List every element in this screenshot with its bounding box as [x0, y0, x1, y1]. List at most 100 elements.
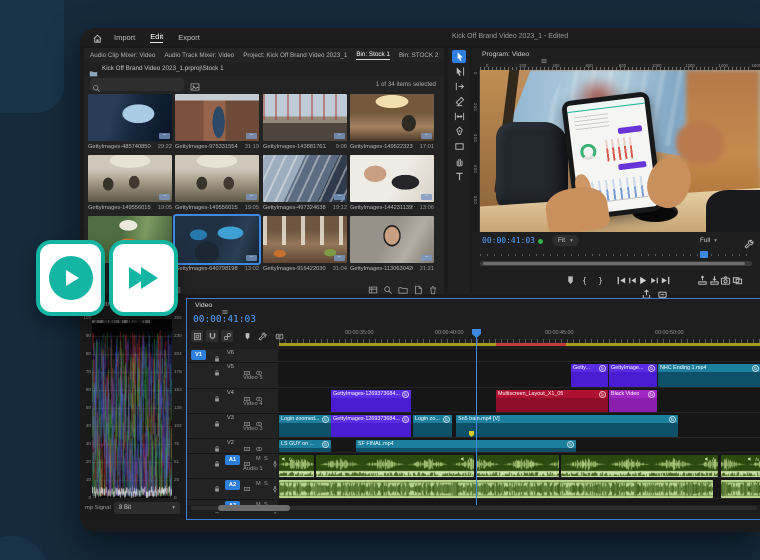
- media-item[interactable]: ···: [350, 216, 434, 263]
- media-item[interactable]: ···: [263, 216, 347, 263]
- media-item[interactable]: ···: [175, 216, 259, 263]
- program-timecode[interactable]: 00:00:41:03: [482, 236, 535, 245]
- timeline-settings-button[interactable]: [256, 330, 268, 342]
- audio-clip[interactable]: fx: [721, 455, 760, 477]
- clip[interactable]: Multiscreen_Layout_X1_05fx: [496, 390, 608, 412]
- clip[interactable]: NHC Ending 1.mp4fx: [658, 364, 760, 387]
- mark-in-button[interactable]: {: [578, 274, 591, 287]
- audio-clip[interactable]: fx: [561, 455, 718, 477]
- mini-playhead[interactable]: [700, 251, 708, 258]
- mic-icon[interactable]: [271, 455, 279, 473]
- nav-import[interactable]: Import: [114, 33, 135, 42]
- timeline-timecode[interactable]: 00:00:41:03: [193, 314, 256, 325]
- lock-icon[interactable]: [213, 455, 221, 473]
- audio-clip[interactable]: fx: [316, 455, 474, 477]
- clip[interactable]: Login zoomed...fx: [279, 415, 331, 437]
- project-tab[interactable]: Bin: Stock 1: [356, 51, 390, 60]
- program-scrollbar[interactable]: [480, 261, 752, 266]
- clip[interactable]: Sn5 train.mp4 [V]fx: [456, 415, 678, 437]
- track-header-V3[interactable]: V3Video 3: [187, 414, 279, 437]
- clip[interactable]: GettyImage...fx: [609, 364, 657, 387]
- tool-hand[interactable]: [452, 155, 466, 168]
- clip[interactable]: Getty...fx: [571, 364, 608, 387]
- nav-edit[interactable]: Edit: [150, 32, 163, 43]
- lock-icon[interactable]: [213, 390, 221, 408]
- tool-rectangle[interactable]: [452, 140, 466, 153]
- mute-button[interactable]: M: [256, 456, 261, 462]
- lock-icon[interactable]: [213, 480, 221, 498]
- mark-out-button[interactable]: }: [594, 274, 607, 287]
- home-icon[interactable]: [92, 31, 103, 49]
- track-header-V2[interactable]: V2: [187, 439, 279, 452]
- media-item[interactable]: ···: [263, 94, 347, 141]
- snap-button[interactable]: [206, 330, 218, 342]
- media-item[interactable]: ···: [88, 94, 172, 141]
- track-header-A1[interactable]: A1MSAudio 1: [187, 454, 279, 477]
- tool-selection[interactable]: [452, 50, 466, 63]
- program-tab[interactable]: Program: Video: [482, 51, 529, 58]
- play-button[interactable]: [36, 240, 105, 316]
- media-item[interactable]: ···: [88, 155, 172, 202]
- track-badge[interactable]: V5: [227, 364, 234, 370]
- nest-toggle-button[interactable]: [191, 330, 203, 342]
- clip[interactable]: LS GUY on ...fx: [279, 440, 331, 452]
- linked-selection-button[interactable]: [221, 330, 233, 342]
- track-header-A2[interactable]: A2 MS: [187, 479, 279, 498]
- tool-razor[interactable]: [452, 95, 466, 108]
- mute-button[interactable]: M: [256, 481, 261, 487]
- clip[interactable]: GettyImages-1269373684...fx: [331, 390, 411, 412]
- track-badge[interactable]: A1: [225, 455, 240, 465]
- source-patch-badge[interactable]: V1: [191, 350, 206, 360]
- solo-button[interactable]: S: [264, 481, 268, 487]
- solo-button[interactable]: S: [264, 456, 268, 462]
- timeline-scrollbar[interactable]: [187, 505, 760, 512]
- clip[interactable]: Login zo...fx: [413, 415, 452, 437]
- search-input[interactable]: [104, 79, 180, 89]
- track-badge[interactable]: A2: [225, 480, 240, 490]
- tool-slip[interactable]: [452, 110, 466, 123]
- audio-clip[interactable]: ♪fx: [721, 480, 760, 498]
- media-item[interactable]: ···: [175, 155, 259, 202]
- clip[interactable]: Black Videofx: [609, 390, 657, 412]
- add-marker-button[interactable]: [564, 274, 577, 287]
- media-item[interactable]: ···: [350, 155, 434, 202]
- tool-type[interactable]: [452, 170, 466, 183]
- tool-pen[interactable]: [452, 125, 466, 138]
- comparison-view-button[interactable]: [731, 274, 744, 287]
- zoom-level-dropdown[interactable]: Fit▾: [552, 235, 579, 246]
- sync-lock-icon[interactable]: [243, 480, 251, 498]
- track-header-V6[interactable]: V1 V6: [187, 349, 279, 361]
- go-to-out-button[interactable]: [659, 274, 672, 287]
- lock-icon[interactable]: [213, 364, 221, 382]
- media-item[interactable]: ···: [350, 94, 434, 141]
- tool-ripple-edit[interactable]: [452, 80, 466, 93]
- project-tab[interactable]: Project: Kick Off Brand Video 2023_1: [243, 52, 347, 59]
- audio-clip[interactable]: fx: [279, 455, 314, 477]
- track-badge[interactable]: V2: [227, 440, 234, 446]
- add-marker-button[interactable]: [241, 330, 253, 342]
- lock-icon[interactable]: [213, 415, 221, 433]
- bit-depth-dropdown[interactable]: 8 Bit▾: [114, 502, 180, 514]
- timeline-tab[interactable]: Video: [195, 302, 212, 309]
- clip[interactable]: GettyImages-1269373684...fx: [331, 415, 411, 437]
- audio-clip[interactable]: ♪fx: [279, 480, 713, 498]
- scrollbar-thumb[interactable]: [218, 505, 290, 511]
- media-item[interactable]: ···: [175, 94, 259, 141]
- audio-clip[interactable]: [476, 455, 559, 477]
- project-tab[interactable]: Bin: STOCK 2: [399, 52, 438, 59]
- track-header-V5[interactable]: V5Video 5: [187, 363, 279, 387]
- media-item[interactable]: ···: [263, 155, 347, 202]
- track-badge[interactable]: V6: [227, 350, 234, 356]
- track-badge[interactable]: V3: [227, 415, 234, 421]
- project-tab[interactable]: Audio Clip Mixer: Video: [90, 52, 155, 59]
- tool-track-select-forward[interactable]: [452, 65, 466, 78]
- fast-forward-button[interactable]: [109, 240, 178, 316]
- playback-resolution-dropdown[interactable]: Full▾: [700, 235, 717, 246]
- track-badge[interactable]: V4: [227, 390, 234, 396]
- clip[interactable]: SF FINAL.mp4fx: [356, 440, 576, 452]
- project-tab[interactable]: Audio Track Mixer: Video: [164, 52, 234, 59]
- track-header-V4[interactable]: V4Video 4: [187, 389, 279, 412]
- mic-icon[interactable]: [271, 480, 279, 498]
- captions-button[interactable]: [273, 330, 285, 342]
- nav-export[interactable]: Export: [178, 33, 200, 42]
